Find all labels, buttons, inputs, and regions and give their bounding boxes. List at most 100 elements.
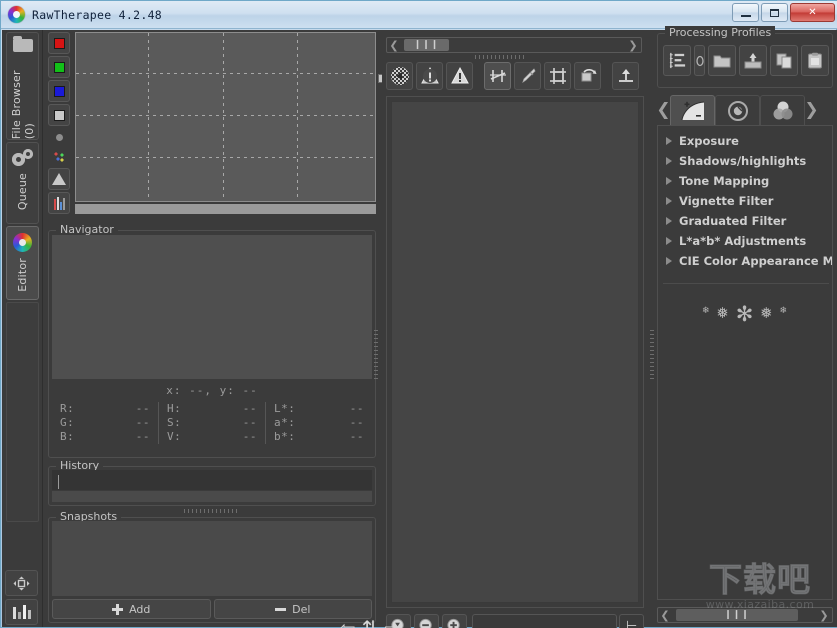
raw-histogram-button[interactable]	[48, 168, 70, 190]
histogram-toggle-button[interactable]	[5, 599, 38, 625]
close-button[interactable]: ✕	[790, 3, 835, 22]
rotate-button[interactable]	[574, 62, 601, 90]
queue-export-button[interactable]	[612, 62, 639, 90]
copy-profile-button[interactable]	[770, 45, 798, 76]
pan-toggle-button[interactable]	[5, 570, 38, 596]
scrollbar-thumb[interactable]: ❙❙❙	[676, 609, 798, 621]
readout-label: L*:	[274, 402, 296, 415]
history-footer-bar	[52, 491, 372, 502]
redo-button[interactable]: ⇨	[385, 618, 402, 628]
editor-top-scrollbar[interactable]: ❮ ❙❙❙ ❯	[386, 37, 642, 53]
lab-readout-column: L*: -- a*: -- b*: --	[265, 402, 372, 444]
scrollbar-thumb[interactable]: ❙❙❙	[404, 39, 449, 51]
crop-button[interactable]	[544, 62, 571, 90]
triangle-icon	[52, 173, 66, 185]
readout-value: --	[135, 430, 150, 443]
tool-item-tone-mapping[interactable]: Tone Mapping	[658, 171, 832, 191]
scroll-left-arrow-icon[interactable]: ❮	[387, 38, 401, 52]
history-list[interactable]	[52, 470, 372, 490]
ornament-right-mid-icon: ❅	[760, 304, 774, 322]
tool-item-label: Shadows/highlights	[679, 154, 807, 168]
scroll-right-arrow-icon[interactable]: ❯	[817, 608, 831, 622]
blue-channel-button[interactable]	[48, 80, 70, 102]
scroll-left-arrow-icon[interactable]: ❮	[658, 608, 672, 622]
window-title: RawTherapee 4.2.48	[32, 7, 163, 22]
add-snapshot-button[interactable]: Add	[52, 599, 211, 619]
zoom-out-button[interactable]	[414, 614, 439, 628]
grey-point-button[interactable]	[48, 128, 70, 146]
profile-dropdown-button[interactable]	[694, 45, 705, 76]
tool-item-graduated-filter[interactable]: Graduated Filter	[658, 211, 832, 231]
transparency-preview-button[interactable]	[386, 62, 413, 90]
readout-label: b*:	[274, 430, 296, 443]
hsv-readout-column: H: -- S: -- V: --	[158, 402, 265, 444]
shadow-clipping-button[interactable]	[416, 62, 443, 90]
green-channel-button[interactable]	[48, 56, 70, 78]
gears-icon	[11, 149, 34, 167]
tool-tab-strip: ❮ ❯	[656, 92, 833, 125]
history-navigation-buttons: ⇦ ⇅ ⇨	[339, 618, 401, 628]
processing-profiles-panel: Processing Profiles	[657, 26, 833, 88]
navigator-preview[interactable]	[52, 235, 372, 379]
right-panel-scrollbar[interactable]: ❮ ❙❙❙ ❯	[657, 607, 833, 623]
compare-button[interactable]: ⇅	[362, 618, 379, 628]
minimize-button[interactable]	[732, 3, 759, 22]
histogram-channel-buttons	[48, 32, 72, 216]
color-wheel-icon	[13, 233, 32, 252]
snapshots-list[interactable]	[52, 521, 372, 596]
left-splitter-grip[interactable]	[374, 330, 378, 380]
sidebar-item-file-browser[interactable]: File Browser (0)	[6, 32, 39, 140]
sidebar-bottom-buttons	[5, 567, 40, 625]
maximize-button[interactable]	[761, 3, 788, 22]
panel-resize-grip[interactable]	[184, 509, 240, 513]
color-bars-icon	[53, 196, 65, 210]
red-channel-button[interactable]	[48, 32, 70, 54]
white-balance-picker-button[interactable]	[514, 62, 541, 90]
eyedropper-icon	[521, 68, 535, 83]
histogram-canvas[interactable]	[75, 32, 376, 202]
blue-square-icon	[53, 85, 65, 97]
profile-list-button[interactable]	[663, 45, 691, 76]
histogram-bars-button[interactable]	[48, 192, 70, 214]
sidebar-item-editor[interactable]: Editor	[6, 226, 39, 300]
readout-label: V:	[167, 430, 182, 443]
collapse-right-panel-button[interactable]: ⊢	[619, 614, 644, 628]
exposure-curve-icon	[681, 101, 704, 120]
load-profile-button[interactable]	[708, 45, 736, 76]
highlight-clipping-button[interactable]	[446, 62, 473, 90]
tool-item-exposure[interactable]: Exposure	[658, 131, 832, 151]
toolbar-drag-grip[interactable]	[475, 55, 527, 59]
paste-profile-button[interactable]	[801, 45, 829, 76]
zoom-value-field[interactable]	[472, 614, 617, 628]
image-canvas[interactable]	[386, 96, 644, 608]
tab-color[interactable]	[760, 95, 805, 125]
tab-detail[interactable]	[715, 95, 760, 125]
sidebar-item-queue[interactable]: Queue	[6, 142, 39, 224]
tool-item-shadows-highlights[interactable]: Shadows/highlights	[658, 151, 832, 171]
title-bar: RawTherapee 4.2.48 ✕	[1, 1, 837, 29]
tool-item-vignette-filter[interactable]: Vignette Filter	[658, 191, 832, 211]
undo-button[interactable]: ⇦	[339, 618, 356, 628]
folder-open-icon	[713, 55, 731, 67]
tool-item-cie-color-appearance[interactable]: CIE Color Appearance Mod	[658, 251, 832, 271]
maximize-icon	[770, 8, 779, 17]
main-body: File Browser (0) Queue Editor Navigator …	[2, 26, 837, 628]
canvas-viewport[interactable]	[391, 101, 639, 603]
save-profile-button[interactable]	[739, 45, 767, 76]
zoom-out-icon	[419, 618, 432, 628]
readout-value: --	[135, 416, 150, 429]
close-icon: ✕	[808, 7, 817, 18]
zoom-in-button[interactable]	[442, 614, 467, 628]
red-square-icon	[53, 37, 65, 49]
scroll-right-arrow-icon[interactable]: ❯	[626, 38, 640, 52]
chromaticity-button[interactable]	[48, 148, 70, 166]
right-splitter-grip[interactable]	[650, 330, 654, 380]
tool-list-separator	[663, 283, 829, 284]
tab-exposure[interactable]	[670, 95, 715, 125]
tool-item-lab-adjustments[interactable]: L*a*b* Adjustments	[658, 231, 832, 251]
chevron-down-icon	[695, 55, 704, 66]
tool-tabs-prev-button[interactable]: ❮	[656, 95, 670, 125]
luminance-channel-button[interactable]	[48, 104, 70, 126]
tool-tabs-next-button[interactable]: ❯	[804, 95, 818, 125]
straighten-button[interactable]	[484, 62, 511, 90]
